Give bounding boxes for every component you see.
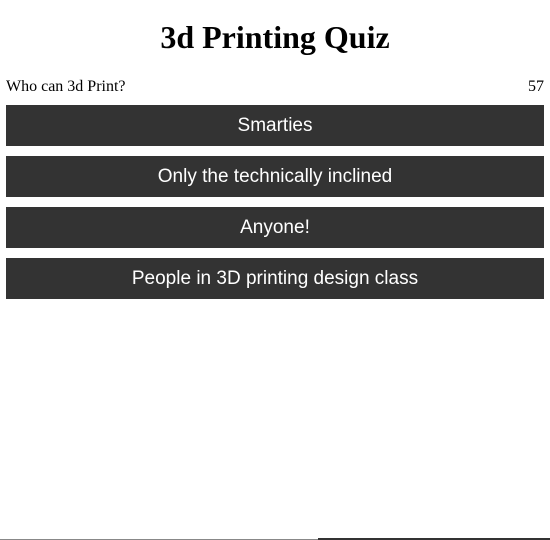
quiz-title: 3d Printing Quiz	[160, 19, 390, 55]
answer-button-anyone[interactable]: Anyone!	[6, 207, 544, 248]
answer-button-technically-inclined[interactable]: Only the technically inclined	[6, 156, 544, 197]
question-counter: 57	[528, 78, 544, 95]
question-row: Who can 3d Print? 57	[6, 77, 544, 97]
answer-button-smarties[interactable]: Smarties	[6, 105, 544, 146]
answer-button-design-class[interactable]: People in 3D printing design class	[6, 258, 544, 299]
answer-list: Smarties Only the technically inclined A…	[6, 105, 544, 299]
question-text: Who can 3d Print?	[6, 78, 126, 95]
